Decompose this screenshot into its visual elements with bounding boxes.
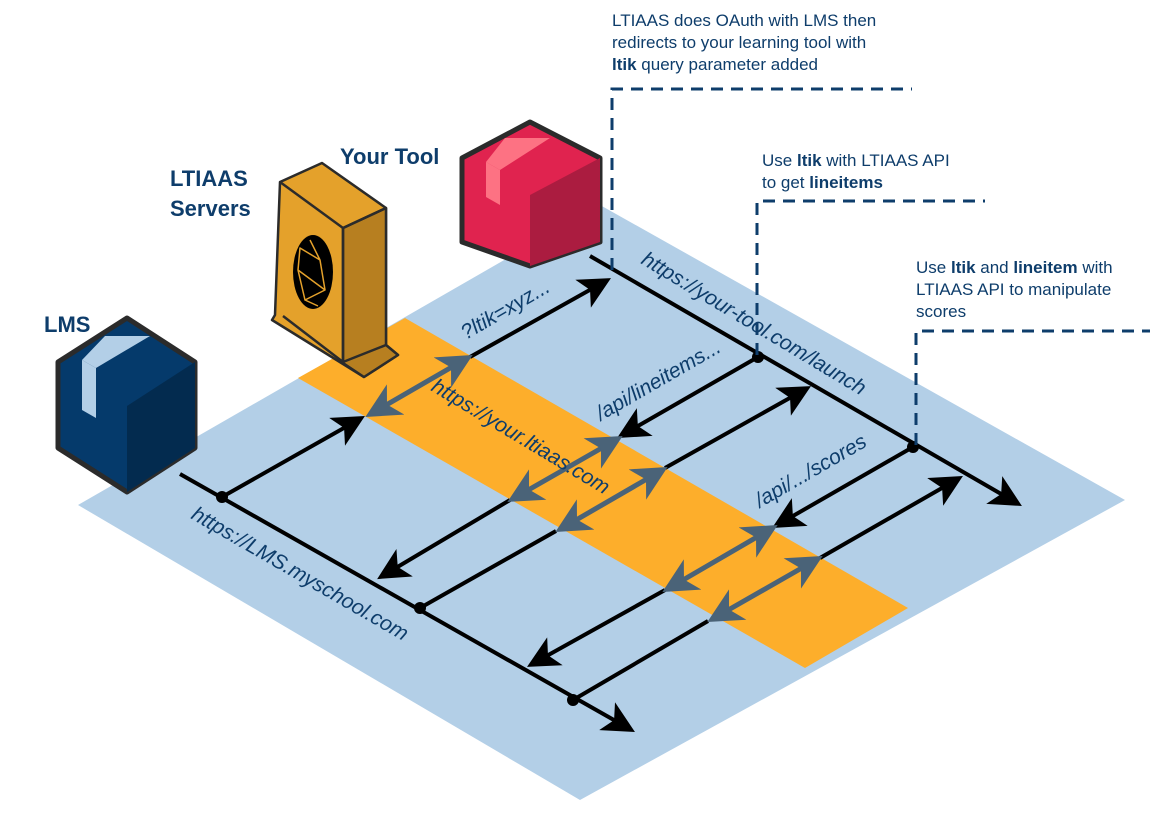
note-bold: lineitems — [809, 173, 883, 192]
tool-cube-icon — [459, 119, 603, 269]
lms-node-dot — [414, 602, 426, 614]
note-bold: ltik — [612, 55, 637, 74]
ltiaas-server-icon — [270, 161, 400, 379]
note-oauth: LTIAAS does OAuth with LMS then redirect… — [612, 10, 876, 76]
note-bold: ltik — [796, 151, 822, 170]
servers-label-line1: LTIAAS — [170, 166, 248, 191]
diagram-canvas: LMS LTIAAS Servers Your Tool https://LMS… — [44, 87, 1150, 800]
note-line: LTIAAS does OAuth with LMS then — [612, 11, 877, 30]
lms-node-dot — [567, 694, 579, 706]
note-line: LTIAAS API to manipulate — [916, 280, 1112, 299]
note-line: Use ltik with LTIAAS API — [762, 150, 950, 172]
lms-node-dot — [216, 491, 228, 503]
note-lineitems: Use ltik with LTIAAS API to get lineitem… — [762, 150, 950, 194]
tool-label: Your Tool — [340, 144, 439, 169]
note-line: scores — [916, 302, 967, 321]
servers-label-line2: Servers — [170, 196, 251, 221]
note-text: with — [1077, 258, 1113, 277]
note-text: and — [975, 258, 1014, 277]
note-line: to get lineitems — [762, 172, 950, 194]
lms-label: LMS — [44, 312, 90, 337]
note-text: query parameter added — [636, 55, 819, 74]
note-bold: lineitem — [1013, 258, 1078, 277]
note-text: Use — [762, 151, 797, 170]
note-scores: Use ltik and lineitem with LTIAAS API to… — [916, 257, 1113, 323]
note-text: to get — [762, 173, 810, 192]
ltiaas-flow-diagram: LMS LTIAAS Servers Your Tool https://LMS… — [0, 0, 1166, 820]
note-text: Use — [916, 258, 951, 277]
note-line: redirects to your learning tool with — [612, 33, 867, 52]
note-text: with LTIAAS API — [821, 151, 950, 170]
note-line: Use ltik and lineitem with — [916, 257, 1113, 279]
note-bold: ltik — [950, 258, 976, 277]
note-line: ltik query parameter added — [612, 54, 876, 76]
